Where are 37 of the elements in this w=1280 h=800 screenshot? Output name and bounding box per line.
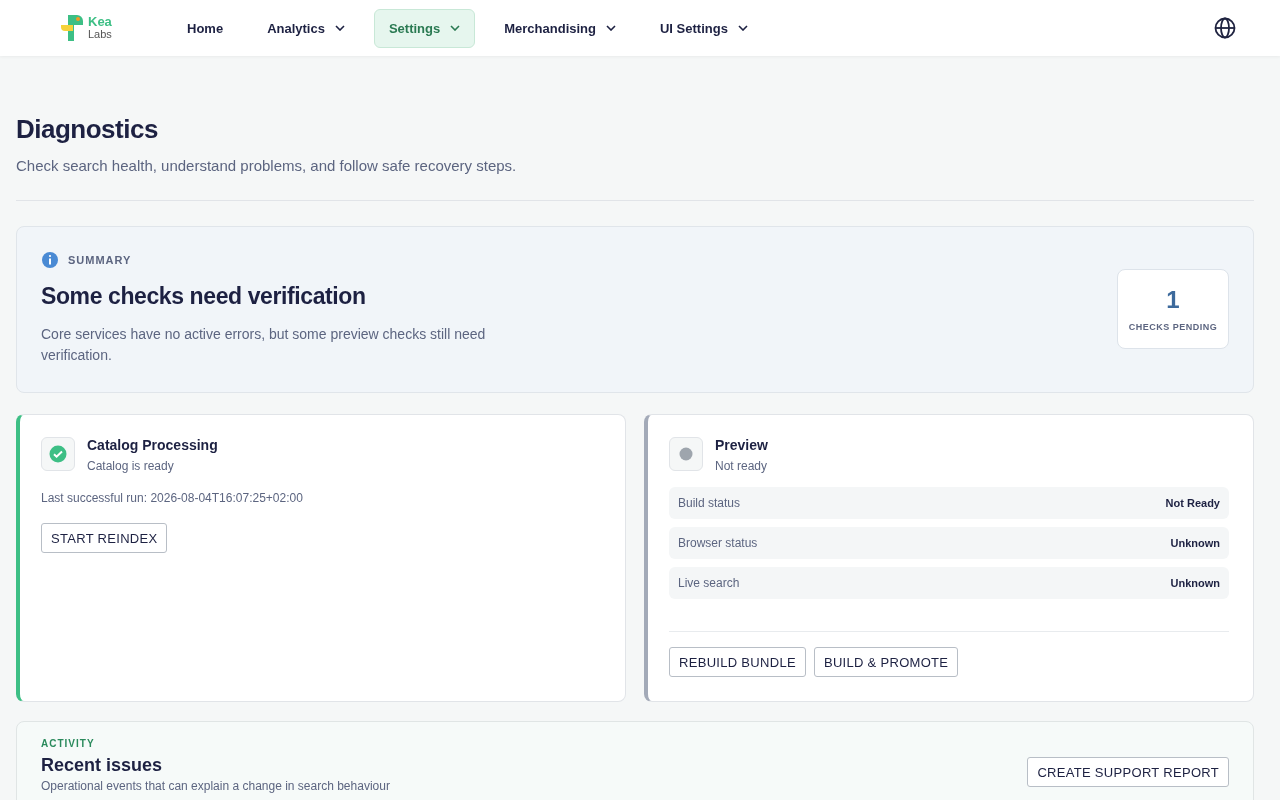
- logo-text: Kea: [88, 16, 112, 28]
- nav-tab[interactable]: Home: [172, 8, 239, 48]
- last-run-text: Last successful run: 2026-08-04T16:07:25+02:00: [41, 491, 304, 505]
- nav-tab[interactable]: UI Settings: [645, 8, 763, 48]
- card-status: Catalog is ready: [87, 459, 175, 473]
- section-label: ACTIVITY: [41, 738, 96, 749]
- section-title: Recent issues: [41, 754, 164, 776]
- action-button[interactable]: START REINDEX: [41, 523, 168, 553]
- section-description: Operational events that can explain a change in search behaviour: [41, 779, 390, 793]
- globe-icon[interactable]: [1214, 17, 1236, 39]
- summary-text: Core services have no active errors, but some preview checks still need verification.: [41, 325, 487, 365]
- page-title: Diagnostics: [16, 114, 159, 145]
- action-button[interactable]: REBUILD BUNDLE: [669, 647, 806, 677]
- logo-text: Labs: [88, 28, 112, 40]
- page-subtitle: Check search health, understand problems, and follow safe recovery steps.: [16, 157, 518, 174]
- row-label: Browser status: [678, 536, 758, 550]
- parrot-logo-icon: [60, 13, 86, 43]
- section-label: SUMMARY: [68, 254, 132, 266]
- check-circle-icon: [49, 445, 67, 463]
- count-label: CHECKS PENDING: [1128, 321, 1218, 332]
- row-value: Unknown: [1170, 577, 1220, 589]
- pending-count: 1: [1166, 285, 1180, 314]
- row-value: Unknown: [1170, 537, 1220, 549]
- nav-tab[interactable]: Analytics: [252, 8, 360, 48]
- row-value: Not Ready: [1165, 497, 1220, 509]
- nav-tab[interactable]: Settings: [373, 8, 476, 48]
- nav-tab[interactable]: Merchandising: [489, 8, 631, 48]
- support-report-button[interactable]: CREATE SUPPORT REPORT: [1027, 757, 1229, 787]
- dot-icon: [679, 447, 693, 461]
- card-title: Catalog Processing: [87, 437, 218, 453]
- action-button[interactable]: BUILD & PROMOTE: [813, 647, 959, 677]
- summary-title: Some checks need verification: [41, 283, 367, 310]
- info-icon: [41, 251, 59, 269]
- card-status: Not ready: [715, 459, 768, 473]
- card-title: Preview: [715, 437, 768, 453]
- row-label: Live search: [678, 576, 740, 590]
- row-label: Build status: [678, 496, 741, 510]
